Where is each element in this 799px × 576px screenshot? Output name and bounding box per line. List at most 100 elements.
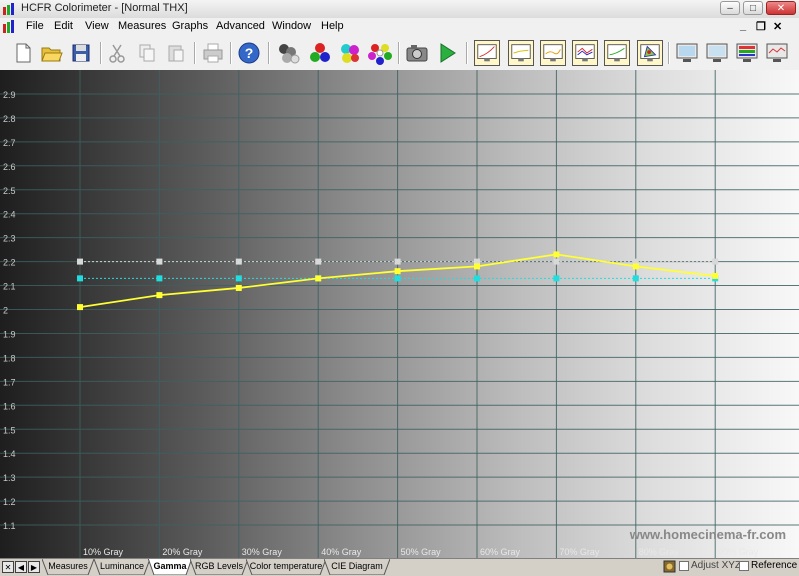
menu-advanced[interactable]: Advanced [216,20,265,32]
x-tick-label: 20% Gray [162,547,203,557]
data-point-average [632,275,639,282]
data-point-measured [553,251,560,258]
y-tick-label: 1.9 [3,329,16,339]
tab-bar: ✕ ◀ ▶ Measures Luminance Gamma RGB Level… [0,558,799,576]
y-tick-label: 2.6 [3,162,16,172]
reference-label: Reference [751,560,798,571]
y-tick-label: 2.4 [3,210,16,220]
graph-luminance-icon[interactable] [474,40,500,66]
mdi-close-button[interactable]: ✕ [773,20,782,33]
camera-icon[interactable] [404,40,430,66]
y-tick-label: 2.1 [3,282,16,292]
data-point-target [712,258,719,265]
y-tick-label: 1.6 [3,401,16,411]
toolbar-separator [100,42,102,64]
data-point-average [156,275,163,282]
y-tick-label: 1.4 [3,449,16,459]
menu-view[interactable]: View [85,20,109,32]
x-tick-label: 40% Gray [321,547,362,557]
gamma-chart-svg: 1.1 1.2 1.3 1.4 1.5 1.6 1.7 1.8 1.9 2 2.1 2.2 2.3 2.4… [0,70,799,558]
graph-gamma-icon[interactable] [508,40,534,66]
adjust-xyz-label: Adjust XYZ [691,560,742,571]
tab-scroll-left-button[interactable]: ◀ [15,561,27,573]
print-icon[interactable] [200,40,226,66]
data-point-measured [474,263,480,270]
secondary-spheres-icon[interactable] [337,40,363,66]
toolbar-separator [668,42,670,64]
cie-diagram-icon[interactable] [637,40,663,66]
data-point-measured [77,304,83,311]
x-tick-label: 60% Gray [480,547,521,557]
data-point-target [394,258,401,265]
menu-help[interactable]: Help [321,20,344,32]
y-tick-label: 2.8 [3,114,16,124]
graph-levels-icon[interactable] [572,40,598,66]
x-tick-label: 70% Gray [559,547,600,557]
copy-icon[interactable] [134,40,160,66]
open-folder-icon[interactable] [38,40,64,66]
data-point-target [77,258,83,265]
y-tick-label: 2 [3,306,8,316]
toolbar-separator [398,42,400,64]
save-icon[interactable] [68,40,94,66]
gamma-chart: 1.1 1.2 1.3 1.4 1.5 1.6 1.7 1.8 1.9 2 2.1 2.2 2.3 2.4… [0,70,799,558]
tab-measures[interactable]: Measures [42,559,94,575]
y-tick-label: 2.9 [3,90,16,100]
paste-icon[interactable] [163,40,189,66]
app-icon [3,3,14,15]
toolbar-separator [466,42,468,64]
tab-color-temperature[interactable]: Color temperature [246,559,326,575]
reference-checkbox[interactable] [739,561,749,571]
sensor-icon[interactable] [663,560,676,573]
tab-gamma[interactable]: Gamma [148,559,192,575]
color-wheel-icon[interactable] [367,40,393,66]
graph-contrast-icon[interactable] [604,40,630,66]
close-button[interactable]: ✕ [766,1,796,15]
minimize-button[interactable]: – [720,1,740,15]
menu-edit[interactable]: Edit [54,20,73,32]
help-icon[interactable]: ? [236,40,262,66]
tab-luminance[interactable]: Luminance [94,559,150,575]
data-point-average [235,275,242,282]
tab-close-button[interactable]: ✕ [2,561,14,573]
menu-bar: File Edit View Measures Graphs Advanced … [0,18,799,36]
adjust-xyz-checkbox[interactable] [679,561,689,571]
toolbar-separator [194,42,196,64]
y-tick-label: 1.7 [3,377,16,387]
data-point-measured [315,275,322,282]
mdi-minimize-button[interactable]: _ [740,20,746,32]
monitor-4-icon[interactable] [764,40,790,66]
mdi-restore-button[interactable]: ❐ [756,20,766,33]
monitor-2-icon[interactable] [704,40,730,66]
rgb-spheres-icon[interactable] [307,40,333,66]
y-tick-label: 1.8 [3,353,16,363]
menu-window[interactable]: Window [272,20,311,32]
maximize-button[interactable]: □ [743,1,763,15]
menu-graphs[interactable]: Graphs [172,20,208,32]
graph-rgb-icon[interactable] [540,40,566,66]
y-tick-label: 1.3 [3,473,16,483]
menu-measures[interactable]: Measures [118,20,166,32]
monitor-1-icon[interactable] [674,40,700,66]
x-tick-label: 10% Gray [83,547,124,557]
monitor-3-icon[interactable] [734,40,760,66]
data-point-target [235,258,242,265]
new-file-icon[interactable] [10,40,36,66]
play-icon[interactable] [434,40,460,66]
data-point-measured [156,292,163,299]
menu-file[interactable]: File [26,20,44,32]
data-point-target [315,258,322,265]
x-tick-label: 80% Gray [639,547,680,557]
data-point-measured [712,272,719,279]
data-point-average [77,275,83,282]
tab-scroll-right-button[interactable]: ▶ [28,561,40,573]
gray-spheres-icon[interactable] [276,40,302,66]
data-point-target [553,258,560,265]
y-tick-label: 2.7 [3,138,16,148]
tab-rgb-levels[interactable]: RGB Levels [190,559,248,575]
x-tick-label: 30% Gray [242,547,283,557]
cut-icon[interactable] [104,40,130,66]
y-tick-label: 1.5 [3,425,16,435]
tab-cie-diagram[interactable]: CIE Diagram [324,559,390,575]
watermark: www.homecinema-fr.com [629,527,786,542]
